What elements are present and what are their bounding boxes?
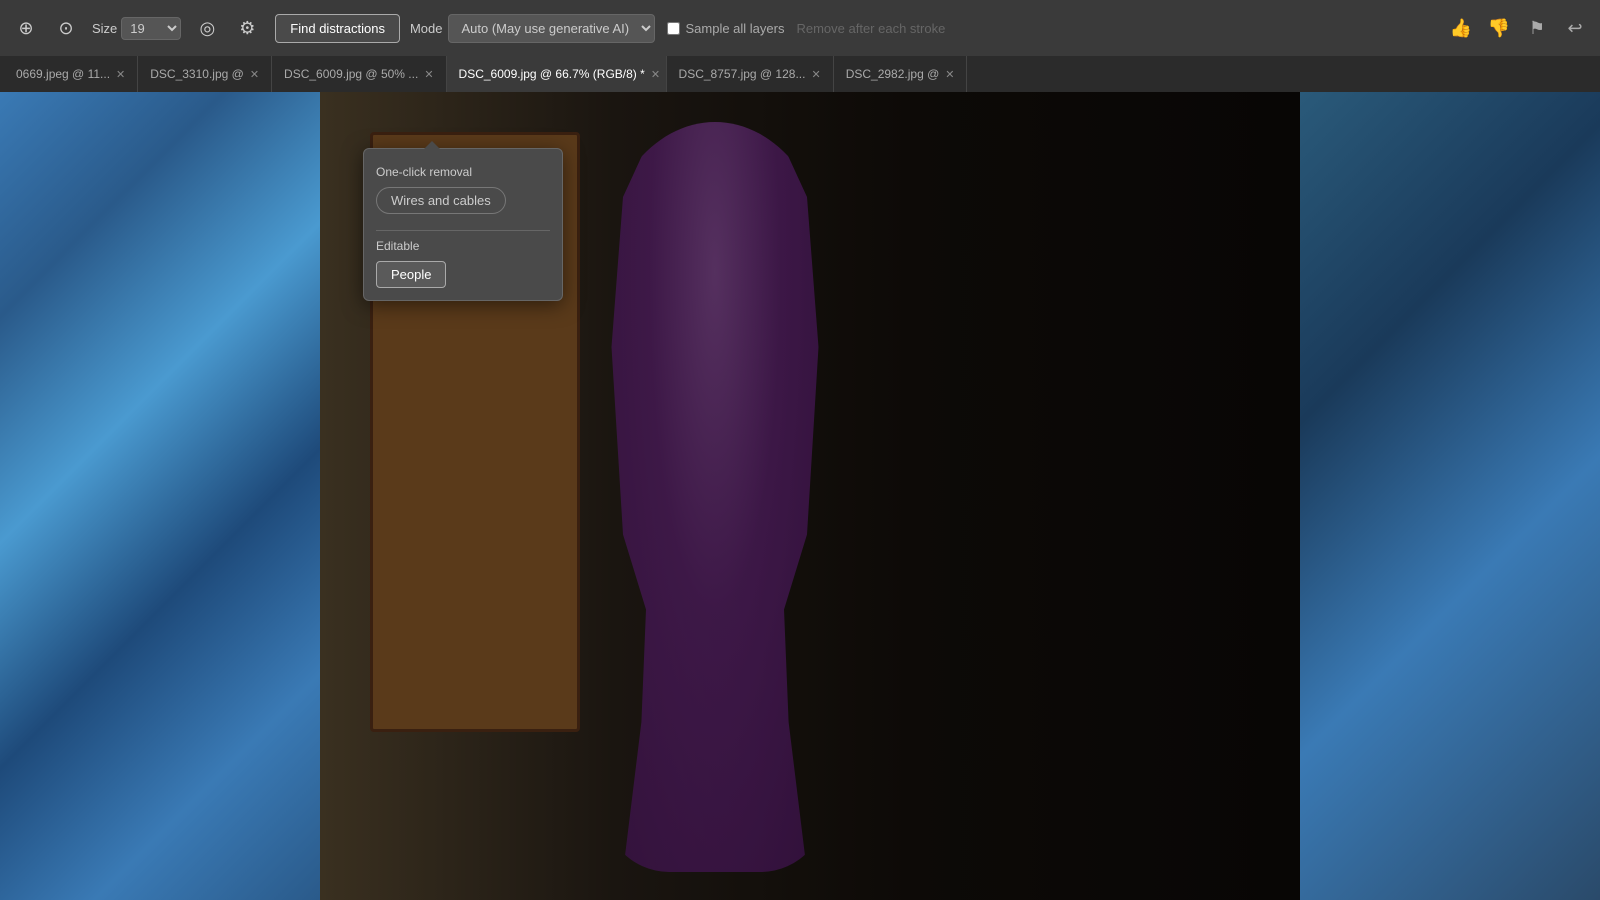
tab-label: DSC_6009.jpg @ 66.7% (RGB/8) * <box>459 67 645 81</box>
tab-label: 0669.jpeg @ 11... <box>16 67 110 81</box>
thumbs-up-icon: 👍 <box>1450 18 1472 39</box>
size-group: Size 19 10 25 50 <box>92 17 181 40</box>
undo-button[interactable]: ↩ <box>1558 11 1592 45</box>
tab-label: DSC_2982.jpg @ <box>846 67 940 81</box>
tab-close-1[interactable]: ✕ <box>250 68 259 81</box>
tab-0[interactable]: 0669.jpeg @ 11... ✕ <box>4 56 138 92</box>
canvas-area[interactable]: One-click removal Wires and cables Edita… <box>0 92 1600 900</box>
find-distractions-button[interactable]: Find distractions <box>275 14 400 43</box>
tab-4[interactable]: DSC_8757.jpg @ 128... ✕ <box>667 56 834 92</box>
bg-right-door <box>1300 92 1600 900</box>
flag-icon: ⚑ <box>1529 18 1545 39</box>
tab-close-4[interactable]: ✕ <box>811 68 820 81</box>
add-layer-button[interactable]: ⊕ <box>8 10 44 46</box>
one-click-removal-label: One-click removal <box>376 165 550 179</box>
add-icon: ⊕ <box>18 18 33 39</box>
sample-all-group: Sample all layers <box>667 21 784 36</box>
tab-label: DSC_6009.jpg @ 50% ... <box>284 67 418 81</box>
size-select[interactable]: 19 10 25 50 <box>121 17 181 40</box>
tabs-bar: 0669.jpeg @ 11... ✕ DSC_3310.jpg @ ✕ DSC… <box>0 56 1600 92</box>
tab-5[interactable]: DSC_2982.jpg @ ✕ <box>834 56 968 92</box>
tab-2[interactable]: DSC_6009.jpg @ 50% ... ✕ <box>272 56 446 92</box>
dropdown-divider <box>376 230 550 231</box>
remove-after-label: Remove after each stroke <box>796 21 945 36</box>
main-toolbar: ⊕ ⊙ Size 19 10 25 50 ◎ ⚙ Find distractio… <box>0 0 1600 56</box>
editable-label: Editable <box>376 239 550 253</box>
tab-label: DSC_8757.jpg @ 128... <box>679 67 806 81</box>
thumbs-down-button[interactable]: 👎 <box>1482 11 1516 45</box>
bg-left-door <box>0 92 320 900</box>
flag-button[interactable]: ⚑ <box>1520 11 1554 45</box>
wires-and-cables-option[interactable]: Wires and cables <box>376 187 506 214</box>
find-distractions-label: Find distractions <box>290 21 385 36</box>
mode-group: Mode Auto (May use generative AI) Standa… <box>410 14 656 43</box>
people-option[interactable]: People <box>376 261 446 288</box>
find-distractions-dropdown: One-click removal Wires and cables Edita… <box>363 148 563 301</box>
tab-close-3[interactable]: ✕ <box>651 68 660 81</box>
mode-select[interactable]: Auto (May use generative AI) Standard <box>448 14 655 43</box>
thumbs-down-icon: 👎 <box>1488 18 1510 39</box>
tab-close-0[interactable]: ✕ <box>116 68 125 81</box>
rotate-icon: ⊙ <box>58 18 73 39</box>
tab-1[interactable]: DSC_3310.jpg @ ✕ <box>138 56 272 92</box>
tab-3[interactable]: DSC_6009.jpg @ 66.7% (RGB/8) * ✕ <box>447 56 667 92</box>
mode-label: Mode <box>410 21 443 36</box>
remove-after-group: Remove after each stroke <box>796 21 945 36</box>
toolbar-right: 👍 👎 ⚑ ↩ <box>1444 11 1592 45</box>
target-icon: ◎ <box>199 18 215 39</box>
settings-button[interactable]: ⚙ <box>229 10 265 46</box>
dropdown-arrow <box>424 141 440 149</box>
thumbs-up-button[interactable]: 👍 <box>1444 11 1478 45</box>
tab-label: DSC_3310.jpg @ <box>150 67 244 81</box>
target-button[interactable]: ◎ <box>189 10 225 46</box>
rotate-button[interactable]: ⊙ <box>48 10 84 46</box>
size-label: Size <box>92 21 117 36</box>
sample-all-checkbox[interactable] <box>667 22 680 35</box>
sample-all-label: Sample all layers <box>685 21 784 36</box>
tab-close-5[interactable]: ✕ <box>945 68 954 81</box>
tab-close-2[interactable]: ✕ <box>424 68 433 81</box>
gear-icon: ⚙ <box>239 18 255 39</box>
undo-icon: ↩ <box>1567 18 1582 39</box>
